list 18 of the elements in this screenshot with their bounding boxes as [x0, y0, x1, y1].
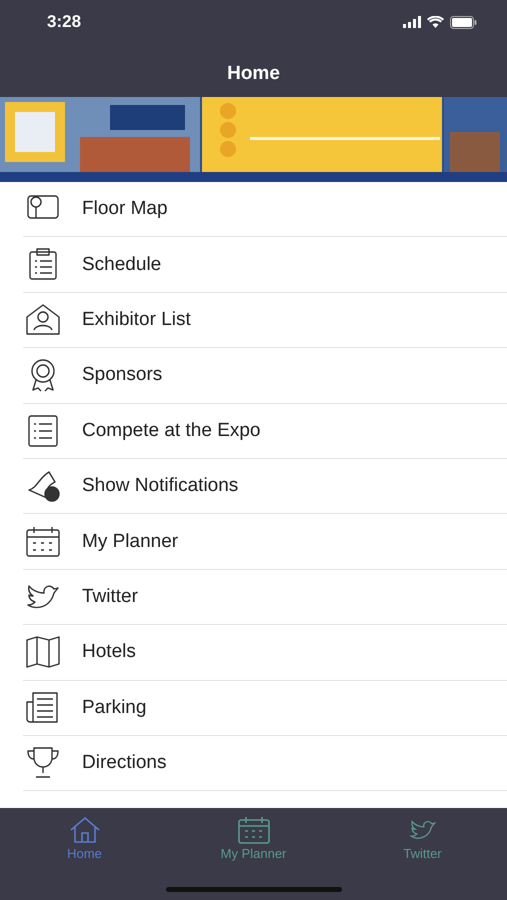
menu-item[interactable]: Floor Map: [23, 182, 507, 238]
nav-title: Home: [227, 62, 280, 84]
signal-icon: [403, 16, 421, 28]
menu-item[interactable]: My Planner: [23, 514, 507, 570]
menu-item[interactable]: Exhibitor List: [23, 292, 507, 348]
menu-item[interactable]: Directions: [23, 736, 507, 792]
menu-item[interactable]: Sponsors: [23, 348, 507, 404]
calendar-icon: [238, 816, 270, 844]
home-icon: [68, 816, 100, 844]
menu-item[interactable]: Schedule: [23, 237, 507, 293]
status-time: 3:28: [47, 12, 82, 32]
battery-icon: [450, 16, 477, 28]
menu-item[interactable]: Hotels: [23, 625, 507, 681]
menu-item[interactable]: Compete at the Expo: [23, 404, 507, 459]
menu-item[interactable]: Parking: [23, 680, 507, 736]
menu-item[interactable]: Show Notifications: [23, 458, 507, 514]
wifi-icon: [427, 16, 444, 28]
menu-item[interactable]: Twitter: [23, 570, 507, 626]
